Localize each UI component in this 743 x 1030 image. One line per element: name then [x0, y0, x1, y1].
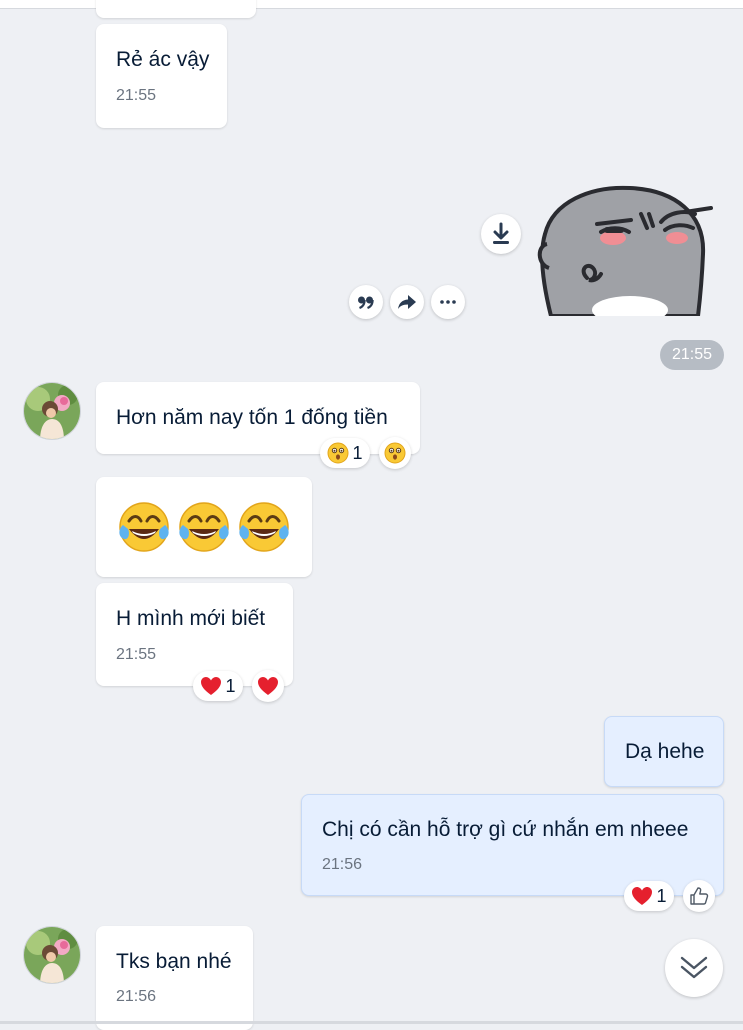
- thumbs-up-icon: [690, 887, 709, 905]
- message-time: 21:55: [116, 87, 157, 104]
- avatar[interactable]: [23, 382, 81, 440]
- message-time: 21:55: [116, 646, 157, 663]
- reaction-count: 1: [225, 675, 236, 696]
- heart-icon: [632, 887, 653, 905]
- reaction-summary[interactable]: 1: [193, 671, 243, 701]
- avatar-photo: [24, 383, 80, 439]
- message-text: Tks bạn nhé: [116, 950, 232, 973]
- more-button[interactable]: [431, 285, 465, 319]
- tears-of-joy-emoji-icon: [119, 502, 169, 552]
- avatar[interactable]: [23, 926, 81, 984]
- react-button[interactable]: [379, 437, 411, 469]
- share-button[interactable]: [390, 285, 424, 319]
- incoming-message[interactable]: Tks bạn nhé 21:56: [96, 926, 253, 1030]
- quote-icon: [358, 296, 374, 309]
- like-button[interactable]: [683, 880, 715, 912]
- message-text: Dạ hehe: [625, 740, 705, 763]
- previous-message-bubble[interactable]: [96, 0, 256, 18]
- download-button[interactable]: [481, 214, 521, 254]
- react-button[interactable]: [252, 670, 284, 702]
- download-icon: [493, 222, 509, 244]
- sticker-image[interactable]: [535, 184, 715, 324]
- quote-button[interactable]: [349, 285, 383, 319]
- incoming-message[interactable]: Hơn năm nay tốn 1 đống tiền: [96, 382, 420, 454]
- reaction-count: 1: [352, 442, 363, 463]
- reaction-summary[interactable]: 1: [624, 881, 674, 911]
- share-icon: [398, 295, 416, 309]
- message-text: Chị có cần hỗ trợ gì cứ nhắn em nheee: [322, 818, 689, 841]
- grumpy-mole-sticker: [537, 185, 713, 324]
- scroll-down-icon: [680, 956, 708, 979]
- avatar-photo: [24, 927, 80, 983]
- message-time: 21:56: [322, 856, 363, 873]
- message-text: Rẻ ác vậy: [116, 48, 210, 71]
- more-icon: [440, 300, 456, 304]
- message-text: Hơn năm nay tốn 1 đống tiền: [116, 406, 388, 429]
- tears-of-joy-emoji-icon: [239, 502, 289, 552]
- incoming-message[interactable]: Rẻ ác vậy 21:55: [96, 24, 227, 128]
- reaction-count: 1: [656, 885, 667, 906]
- message-time: 21:56: [116, 988, 157, 1005]
- surprised-emoji-icon: [327, 442, 349, 464]
- message-text: H mình mới biết: [116, 607, 266, 630]
- heart-icon: [258, 677, 278, 695]
- heart-icon: [201, 677, 222, 695]
- scroll-to-bottom-button[interactable]: [665, 939, 723, 997]
- outgoing-message[interactable]: Dạ hehe: [604, 716, 724, 787]
- incoming-message-emoji[interactable]: [96, 477, 312, 577]
- sticker-time: 21:55: [660, 340, 725, 370]
- reaction-summary[interactable]: 1: [320, 438, 370, 468]
- surprised-emoji-icon: [384, 442, 406, 464]
- tears-of-joy-emoji-icon: [179, 502, 229, 552]
